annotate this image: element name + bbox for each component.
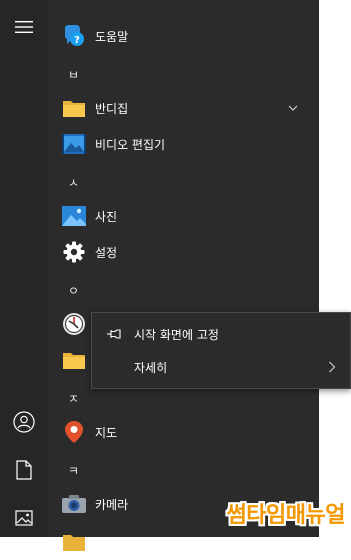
app-label-camera: 카메라	[95, 497, 129, 512]
app-label-maps: 지도	[95, 425, 118, 440]
user-icon	[13, 411, 35, 433]
watermark: 썸타임매뉴얼	[226, 503, 346, 528]
camera-icon	[62, 492, 86, 516]
section-letter-o: ㅇ	[68, 283, 80, 298]
gear-icon	[62, 240, 86, 264]
svg-text:?: ?	[74, 35, 80, 46]
section-header-s[interactable]: ㅅ	[48, 164, 319, 200]
app-item-kakaotalk[interactable]: 카카오톡	[48, 524, 319, 560]
chevron-down-icon[interactable]	[287, 102, 299, 114]
section-header-o[interactable]: ㅇ	[48, 272, 319, 308]
section-letter-j: ㅈ	[68, 391, 80, 406]
map-pin-icon	[62, 420, 86, 444]
app-item-bandizip[interactable]: 반디집	[48, 90, 319, 126]
app-label-bandizip: 반디집	[95, 101, 129, 116]
app-label-settings: 설정	[95, 245, 118, 260]
app-label-video-editor: 비디오 편집기	[95, 137, 166, 152]
app-item-video-editor[interactable]: 비디오 편집기	[48, 126, 319, 162]
app-item-maps[interactable]: 지도	[48, 414, 319, 450]
hamburger-icon	[15, 21, 33, 33]
more-label: 자세히	[134, 360, 168, 375]
more-menu-item[interactable]: 자세히	[92, 351, 350, 383]
section-letter-s: ㅅ	[68, 175, 80, 190]
app-item-help[interactable]: ? 도움말	[48, 18, 319, 54]
account-button[interactable]	[0, 402, 48, 442]
app-label-photos: 사진	[95, 209, 118, 224]
section-header-b[interactable]: ㅂ	[48, 56, 319, 92]
folder-icon	[62, 96, 86, 120]
context-menu: 시작 화면에 고정 자세히	[91, 312, 351, 389]
folder-icon	[62, 530, 86, 554]
section-letter-k: ㅋ	[68, 463, 80, 478]
start-rail	[0, 0, 48, 537]
picture-icon	[15, 510, 33, 526]
document-icon	[16, 460, 32, 480]
pin-to-start-label: 시작 화면에 고정	[134, 327, 219, 342]
pictures-button[interactable]	[0, 498, 48, 538]
app-label-help: 도움말	[95, 29, 129, 44]
pin-icon	[107, 329, 121, 339]
pin-to-start-menu-item[interactable]: 시작 화면에 고정	[92, 318, 350, 350]
app-item-settings[interactable]: 설정	[48, 234, 319, 270]
section-letter-b: ㅂ	[68, 67, 80, 82]
section-header-k[interactable]: ㅋ	[48, 452, 319, 488]
folder-icon	[62, 348, 86, 372]
hamburger-menu-button[interactable]	[0, 7, 48, 47]
documents-button[interactable]	[0, 450, 48, 490]
start-menu: ? 도움말 ㅂ 반디집 비디오 편집기 ㅅ 사진 설정 ㅇ ㅈ 지도 ㅋ 카메라…	[0, 0, 319, 551]
app-item-photos[interactable]: 사진	[48, 198, 319, 234]
help-icon: ?	[62, 24, 86, 48]
chevron-right-icon	[329, 361, 336, 373]
app-list: ? 도움말 ㅂ 반디집 비디오 편집기 ㅅ 사진 설정 ㅇ ㅈ 지도 ㅋ 카메라…	[48, 0, 319, 551]
clock-icon	[62, 312, 86, 336]
video-editor-icon	[62, 132, 86, 156]
photos-icon	[62, 204, 86, 228]
